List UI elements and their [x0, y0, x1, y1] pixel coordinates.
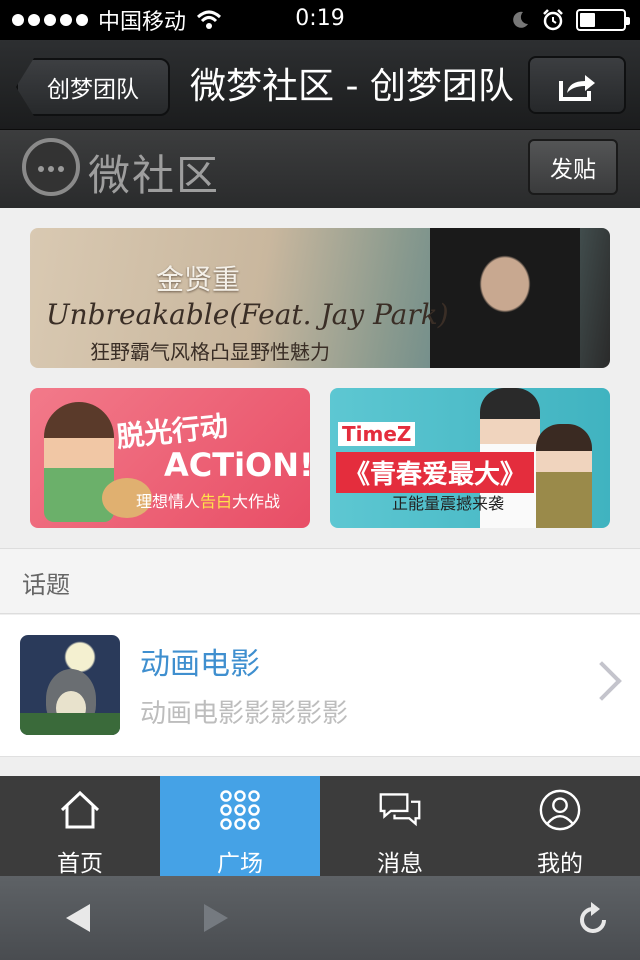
back-button[interactable]: 创梦团队 — [16, 58, 170, 116]
share-button[interactable] — [528, 56, 626, 114]
banner-left-sub: 理想情人告白大作战 — [136, 492, 281, 511]
battery-icon — [576, 9, 630, 31]
alarm-icon — [543, 9, 563, 31]
nav-bar: 创梦团队 微梦社区 - 创梦团队 — [0, 40, 640, 130]
banner-left-action: ACTiON! — [164, 446, 310, 484]
chevron-right-icon — [582, 661, 622, 701]
banner-right[interactable]: TimeZ 《青春爱最大》 正能量震撼来袭 — [330, 388, 610, 528]
banner-main-title: 金贤重 — [156, 263, 241, 296]
tab-bar: 首页 广场 消息 我的 — [0, 776, 640, 877]
browser-toolbar — [0, 876, 640, 960]
profile-icon — [538, 788, 582, 832]
community-header: 微社区 发贴 — [0, 130, 640, 208]
post-button[interactable]: 发贴 — [528, 139, 618, 195]
topic-thumbnail — [20, 635, 120, 735]
page-title: 微梦社区 - 创梦团队 — [190, 66, 514, 107]
chat-icon — [378, 788, 422, 832]
tab-home-label: 首页 — [57, 851, 103, 877]
banner-main[interactable]: 金贤重 Unbreakable(Feat. Jay Park) 狂野霸气风格凸显… — [30, 228, 610, 368]
logo-text: 微社区 — [88, 151, 221, 200]
forward-icon[interactable] — [204, 904, 228, 932]
tab-plaza-label: 广场 — [217, 851, 263, 877]
grid-icon — [218, 788, 262, 832]
banner-right-sub: 正能量震撼来袭 — [392, 494, 505, 513]
topic-desc: 动画电影影影影影 — [140, 699, 349, 729]
banner-main-subtitle: Unbreakable(Feat. Jay Park) — [46, 298, 449, 331]
status-right — [510, 6, 630, 34]
tab-profile[interactable]: 我的 — [480, 776, 640, 877]
tab-profile-label: 我的 — [537, 851, 583, 877]
banner-main-desc: 狂野霸气风格凸显野性魅力 — [90, 340, 330, 364]
section-header: 话题 — [0, 548, 640, 614]
thumbnail-grass — [20, 713, 120, 735]
tab-messages[interactable]: 消息 — [320, 776, 480, 877]
tab-home[interactable]: 首页 — [0, 776, 160, 877]
topic-list-item[interactable]: 动画电影 动画电影影影影影 — [0, 615, 640, 757]
status-bar: 中国移动 0:19 — [0, 0, 640, 40]
banner-person-image — [430, 228, 580, 368]
battery-fill — [580, 13, 595, 27]
section-title: 话题 — [22, 571, 70, 599]
moon-icon — [513, 11, 528, 28]
banner-right-person-image — [536, 424, 592, 528]
banner-left[interactable]: 脱光行动 ACTiON! 理想情人告白大作战 — [30, 388, 310, 528]
banner-right-title: 《青春爱最大》 — [336, 452, 535, 493]
home-icon — [58, 788, 102, 832]
share-icon — [559, 75, 595, 101]
tab-messages-label: 消息 — [377, 851, 423, 877]
reload-icon[interactable] — [578, 900, 610, 936]
banner-right-tag: TimeZ — [338, 422, 416, 446]
back-icon[interactable] — [66, 904, 90, 932]
tab-plaza[interactable]: 广场 — [160, 776, 320, 877]
topic-name: 动画电影 — [140, 647, 260, 682]
chat-bubble-logo-icon — [22, 138, 80, 196]
